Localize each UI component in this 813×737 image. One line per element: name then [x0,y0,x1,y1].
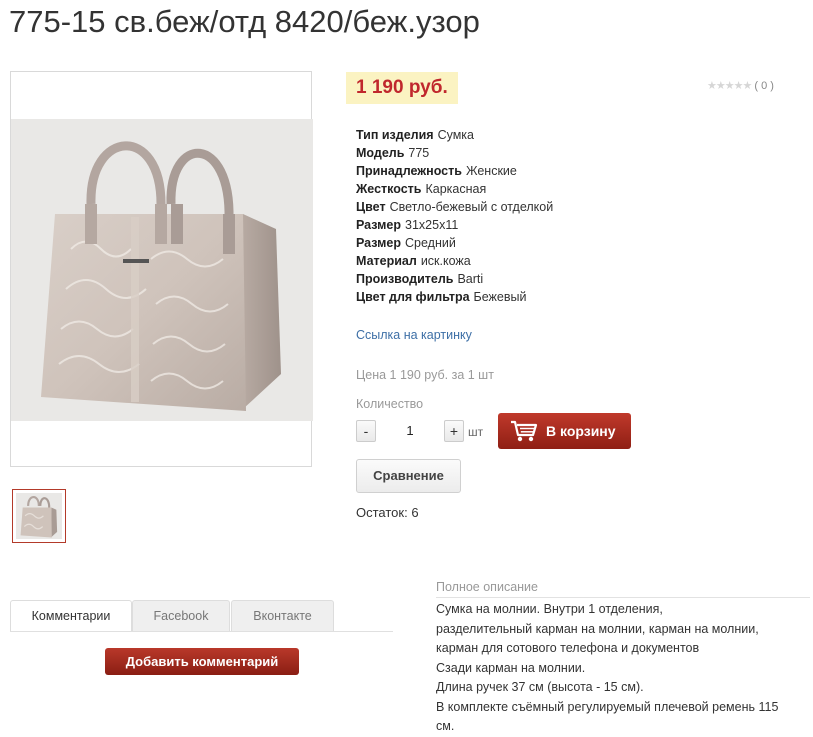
description-divider [436,597,810,598]
property-label: Принадлежность [356,164,462,178]
property-value: Каркасная [425,182,487,196]
description-line: Длина ручек 37 см (высота - 15 см). [436,680,644,694]
property-row: Модель 775 [356,144,553,162]
description-line: В комплекте съёмный регулируемый плечево… [436,699,779,714]
quantity-minus-button[interactable]: - [356,420,376,442]
property-value: 31х25х11 [405,218,459,232]
tabs-divider [10,631,393,632]
quantity-input[interactable]: 1 [380,420,440,442]
property-row: Принадлежность Женские [356,162,553,180]
property-row: Размер 31х25х11 [356,216,553,234]
description-title: Полное описание [436,580,538,594]
property-label: Материал [356,254,417,268]
property-value: 775 [408,146,430,160]
unit-price: Цена 1 190 руб. за 1 шт [356,368,494,382]
property-label: Производитель [356,272,454,286]
product-thumbnail[interactable] [12,489,66,543]
property-row: Тип изделия Сумка [356,126,553,144]
property-value: Бежевый [473,290,527,304]
property-label: Цвет для фильтра [356,290,470,304]
property-label: Размер [356,236,402,250]
description-text: Сумка на молнии. Внутри 1 отделения, раз… [436,600,806,737]
property-label: Тип изделия [356,128,434,142]
star-icon: ★★★★★ [707,80,752,92]
property-label: Цвет [356,200,386,214]
property-label: Размер [356,218,402,232]
handbag-thumbnail-image [16,493,62,539]
rating[interactable]: ★★★★★ ( 0 ) [707,79,774,92]
property-label: Жесткость [356,182,422,196]
product-main-image[interactable] [10,71,313,467]
property-label: Модель [356,146,405,160]
description-line: Сумка на молнии. Внутри 1 отделения, [436,602,663,616]
property-row: Жесткость Каркасная [356,180,553,198]
property-value: Женские [465,164,517,178]
property-value: Светло-бежевый с отделкой [389,200,554,214]
description-line: разделительный карман на молнии, карман … [436,621,759,636]
quantity-unit: шт [468,425,484,439]
property-row: Цвет Светло-бежевый с отделкой [356,198,553,216]
quantity-label: Количество [356,397,424,411]
rating-count: ( 0 ) [754,80,774,92]
product-properties: Тип изделия Сумка Модель 775 Принадлежност… [356,126,553,306]
description-line: Сзади карман на молнии. [436,660,586,675]
tab-comments[interactable]: Комментарии [10,600,132,632]
add-to-cart-label: В корзину [546,423,616,439]
product-title: 775-15 св.беж/отд 8420/беж.узор [9,4,480,39]
property-value: Barti [457,272,484,286]
quantity-plus-button[interactable]: + [444,420,464,442]
cart-icon [511,420,538,442]
add-to-cart-button[interactable]: В корзину [498,413,631,449]
property-row: Цвет для фильтра Бежевый [356,288,553,306]
add-comment-button[interactable]: Добавить комментарий [105,648,299,675]
property-row: Размер Средний [356,234,553,252]
property-value: Сумка [437,128,475,142]
description-line: карман для сотового телефона и документо… [436,641,700,655]
property-row: Материал иск.кожа [356,252,553,270]
description-line: см. [436,719,455,733]
property-value: иск.кожа [420,254,471,268]
tab-facebook[interactable]: Facebook [132,600,230,632]
handbag-photo [11,119,313,421]
property-value: Средний [405,236,456,250]
stock-status: Остаток: 6 [356,505,419,520]
price-badge: 1 190 руб. [346,72,458,104]
image-link[interactable]: Ссылка на картинку [356,328,472,342]
property-row: Производитель Barti [356,270,553,288]
tab-vkontakte[interactable]: Вконтакте [231,600,334,632]
compare-button[interactable]: Сравнение [356,459,461,493]
